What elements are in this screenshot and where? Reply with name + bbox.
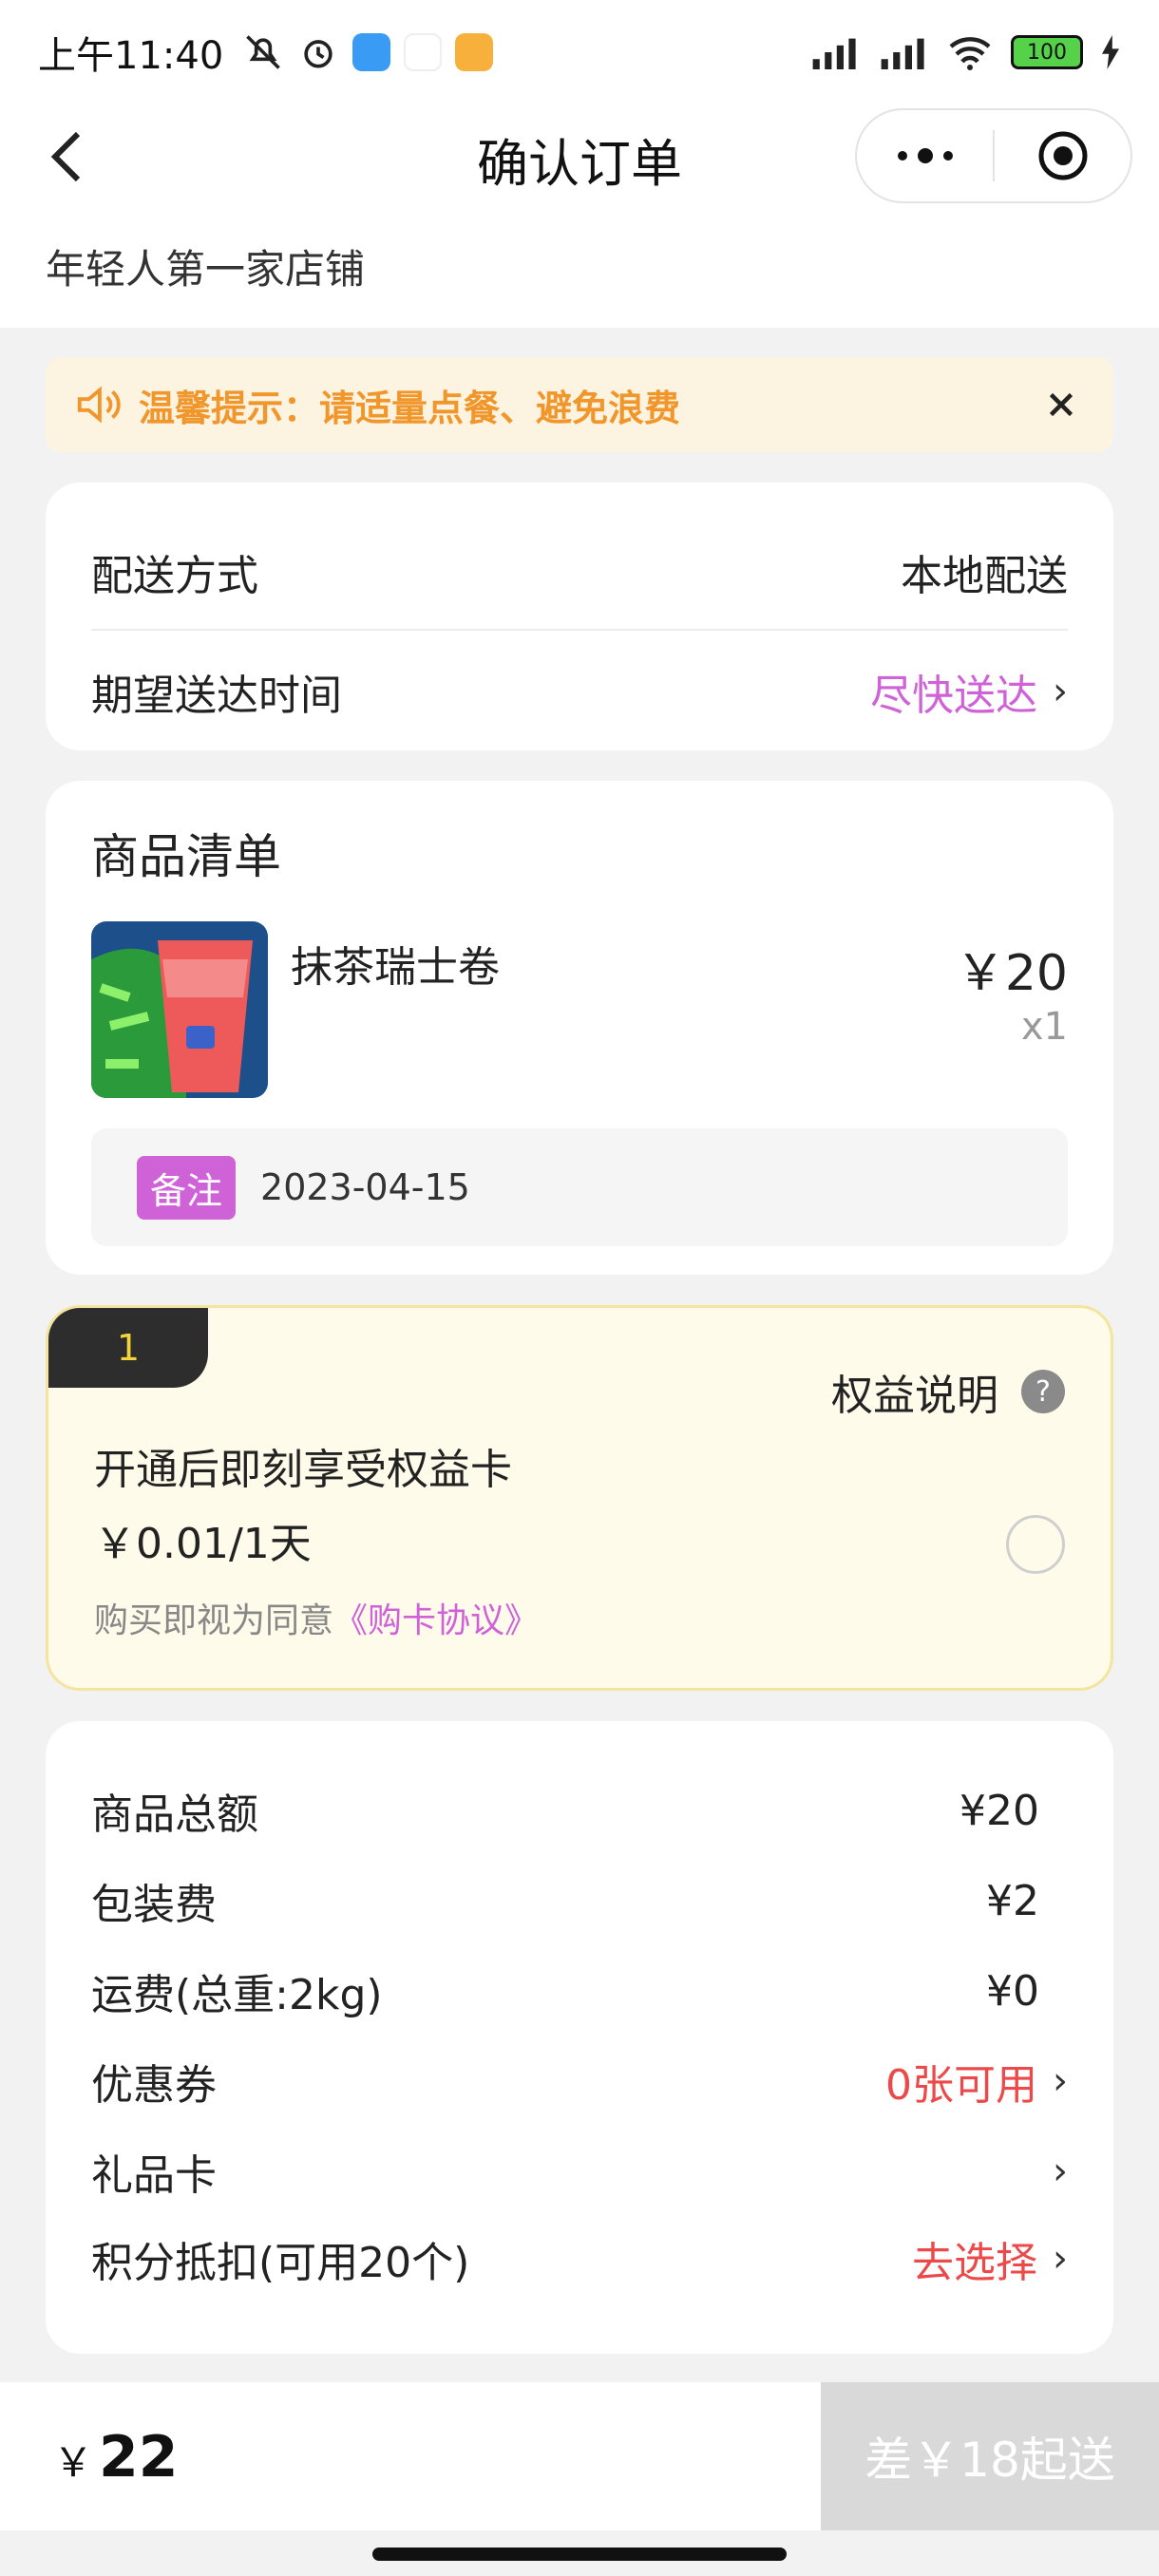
fees-card: 商品总额 ¥20 包装费 ¥2 运费(总重:2kg) ¥0 优惠券 0张可用 ›…	[46, 1721, 1113, 2354]
remark-text: 2023-04-15	[260, 1166, 470, 1208]
divider	[91, 629, 1068, 631]
product-name: 抹茶瑞士卷	[291, 943, 500, 992]
fee-row-packaging: 包装费 ¥2	[91, 1870, 1068, 1931]
benefit-info-link[interactable]: 权益说明 ?	[831, 1361, 1065, 1422]
wifi-icon	[949, 37, 991, 70]
app-icon-play	[404, 33, 443, 71]
fee-row-shipping: 运费(总重:2kg) ¥0	[91, 1960, 1068, 2021]
app-icon-blue	[352, 33, 391, 71]
status-bar: 上午11:40 100	[0, 0, 1159, 104]
mini-program-capsule	[855, 108, 1132, 203]
delivery-card: 配送方式 本地配送 期望送达时间 尽快送达 ›	[46, 483, 1113, 750]
benefit-badge: 1	[48, 1308, 208, 1388]
goods-section-title: 商品清单	[91, 829, 281, 884]
store-header: 年轻人第一家店铺	[0, 209, 1159, 328]
mute-bell-icon	[246, 35, 281, 69]
product-image[interactable]	[91, 921, 268, 1098]
notice-banner: 温馨提示：请适量点餐、避免浪费	[46, 357, 1113, 452]
remark-box: 备注 2023-04-15	[91, 1128, 1068, 1246]
goods-card: 商品清单 抹茶瑞士卷 ￥20 x1 备注 2023-04-15	[46, 781, 1113, 1275]
card-agreement-link[interactable]: 《购卡协议》	[333, 1601, 539, 1640]
order-total: ￥ 22	[0, 2382, 821, 2530]
fee-label: 积分抵扣(可用20个)	[91, 2239, 470, 2287]
battery-icon: 100	[1011, 35, 1083, 69]
benefit-title: 开通后即刻享受权益卡	[94, 1446, 512, 1494]
nav-bar: 确认订单	[0, 104, 1159, 209]
product-price: ￥20	[955, 945, 1068, 1002]
fee-label: 包装费	[91, 1881, 217, 1929]
total-amount: 22	[99, 2424, 179, 2491]
more-dots-icon	[897, 148, 953, 163]
chevron-right-icon: ›	[1053, 2150, 1068, 2193]
delivery-time-value-wrap: 尽快送达 ›	[870, 661, 1068, 722]
delivery-method-value: 本地配送	[901, 552, 1068, 600]
fee-value-wrap: ›	[1037, 2150, 1068, 2193]
fee-row-goods-total: 商品总额 ¥20	[91, 1780, 1068, 1841]
speaker-icon	[77, 386, 121, 424]
help-icon: ?	[1021, 1370, 1065, 1413]
fee-value: ¥20	[960, 1786, 1039, 1835]
status-icons-left	[242, 31, 494, 73]
bottom-bar: ￥ 22 差￥18起送	[0, 2382, 1159, 2530]
fee-value: ¥0	[986, 1966, 1039, 2016]
close-icon	[1049, 392, 1074, 417]
points-value: 去选择	[912, 2239, 1037, 2287]
fee-value-wrap: 0张可用 ›	[885, 2051, 1068, 2112]
app-icon-orange	[455, 33, 494, 71]
notice-text: 温馨提示：请适量点餐、避免浪费	[139, 387, 681, 429]
fee-label: 礼品卡	[91, 2151, 217, 2200]
fee-label: 运费(总重:2kg)	[91, 1971, 383, 2019]
remark-tag: 备注	[137, 1155, 237, 1220]
benefit-price: ￥0.01/1天	[94, 1520, 312, 1568]
benefit-card: 1 权益说明 ? 开通后即刻享受权益卡 ￥0.01/1天 购买即视为同意《购卡协…	[46, 1305, 1113, 1691]
home-indicator	[372, 2548, 787, 2561]
product-drink-image	[91, 921, 268, 1098]
fee-row-points[interactable]: 积分抵扣(可用20个) 去选择 ›	[91, 2228, 1068, 2289]
target-circle-icon	[1038, 131, 1087, 180]
status-icons-right: 100	[809, 33, 1121, 71]
fee-value-wrap: 去选择 ›	[912, 2228, 1068, 2289]
benefit-agree-prefix: 购买即视为同意	[94, 1601, 334, 1640]
chevron-right-icon: ›	[1053, 670, 1068, 713]
chevron-right-icon: ›	[1053, 2237, 1068, 2281]
benefit-agreement: 购买即视为同意《购卡协议》	[94, 1593, 539, 1642]
delivery-time-row[interactable]: 期望送达时间 尽快送达 ›	[91, 661, 1068, 722]
fee-label: 商品总额	[91, 1790, 258, 1839]
fee-row-coupon[interactable]: 优惠券 0张可用 ›	[91, 2051, 1068, 2112]
delivery-method-label: 配送方式	[91, 552, 258, 600]
charging-icon	[1102, 35, 1119, 69]
close-mini-program-button[interactable]	[995, 110, 1130, 201]
fee-label: 优惠券	[91, 2061, 217, 2110]
delivery-method-row: 配送方式 本地配送	[91, 541, 1068, 602]
fee-value: ¥2	[986, 1876, 1039, 1925]
delivery-time-value: 尽快送达	[870, 672, 1037, 720]
coupon-value: 0张可用	[885, 2061, 1037, 2110]
fee-row-gift-card[interactable]: 礼品卡 ›	[91, 2141, 1068, 2202]
benefit-info-label: 权益说明	[831, 1372, 998, 1420]
benefit-select-radio[interactable]	[1006, 1515, 1065, 1574]
delivery-time-label: 期望送达时间	[91, 672, 342, 720]
signal-icon-2	[881, 38, 924, 69]
store-name: 年轻人第一家店铺	[46, 246, 366, 293]
more-button[interactable]	[857, 110, 993, 201]
chevron-right-icon: ›	[1053, 2059, 1068, 2103]
signal-icon	[812, 38, 856, 69]
product-quantity: x1	[1020, 1005, 1068, 1049]
currency-symbol: ￥	[53, 2439, 94, 2486]
notice-close-button[interactable]	[1037, 381, 1085, 428]
alarm-icon	[304, 40, 332, 68]
status-time: 上午11:40	[38, 34, 224, 78]
submit-order-button[interactable]: 差￥18起送	[821, 2382, 1159, 2530]
